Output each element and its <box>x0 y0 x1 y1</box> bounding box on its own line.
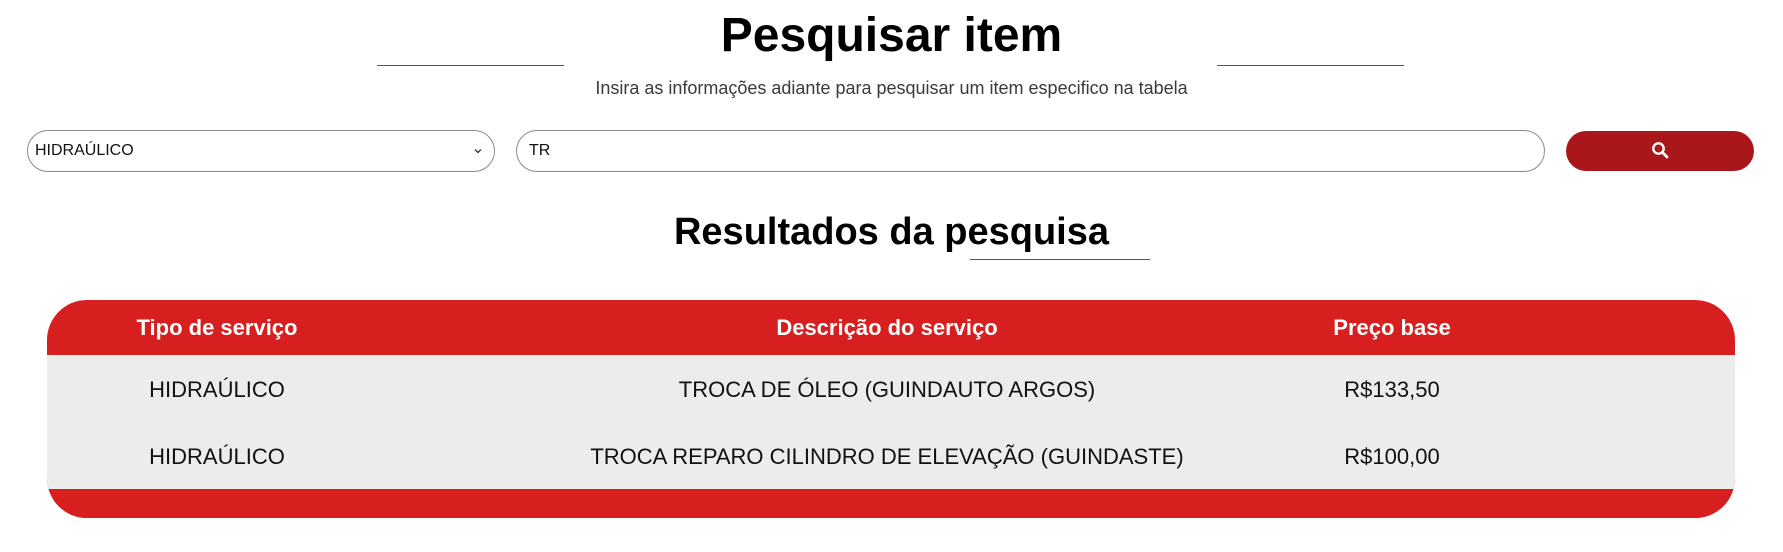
table-row: HIDRAÚLICO TROCA REPARO CILINDRO DE ELEV… <box>47 422 1735 489</box>
column-header-type: Tipo de serviço <box>136 315 298 340</box>
cell-description: TROCA REPARO CILINDRO DE ELEVAÇÃO (GUIND… <box>590 444 1184 469</box>
title-underline-left <box>377 65 564 66</box>
search-icon <box>1651 141 1669 162</box>
cell-price: R$133,50 <box>1344 377 1440 402</box>
page-subtitle: Insira as informações adiante para pesqu… <box>595 78 1188 98</box>
results-table: Tipo de serviço Descrição do serviço Pre… <box>47 300 1735 518</box>
results-title: Resultados da pesquisa <box>673 211 1109 253</box>
table-body: HIDRAÚLICO TROCA DE ÓLEO (GUINDAUTO ARGO… <box>47 355 1735 489</box>
page-title: Pesquisar item <box>720 9 1063 62</box>
table-row: HIDRAÚLICO TROCA DE ÓLEO (GUINDAUTO ARGO… <box>47 355 1735 422</box>
column-header-description: Descrição do serviço <box>776 315 998 340</box>
title-underline-right <box>1217 65 1404 66</box>
chevron-down-icon <box>472 145 484 157</box>
cell-price: R$100,00 <box>1344 444 1440 469</box>
table-header: Tipo de serviço Descrição do serviço Pre… <box>47 300 1735 355</box>
search-input[interactable] <box>516 130 1545 172</box>
cell-type: HIDRAÚLICO <box>149 377 285 402</box>
category-select-value: HIDRAÚLICO <box>35 142 134 159</box>
cell-description: TROCA DE ÓLEO (GUINDAUTO ARGOS) <box>678 377 1096 402</box>
category-select[interactable]: HIDRAÚLICO <box>27 130 495 172</box>
table-footer <box>47 489 1735 518</box>
column-header-price: Preço base <box>1333 315 1451 340</box>
cell-type: HIDRAÚLICO <box>149 444 285 469</box>
search-button[interactable] <box>1566 131 1754 171</box>
results-title-underline <box>970 259 1150 260</box>
